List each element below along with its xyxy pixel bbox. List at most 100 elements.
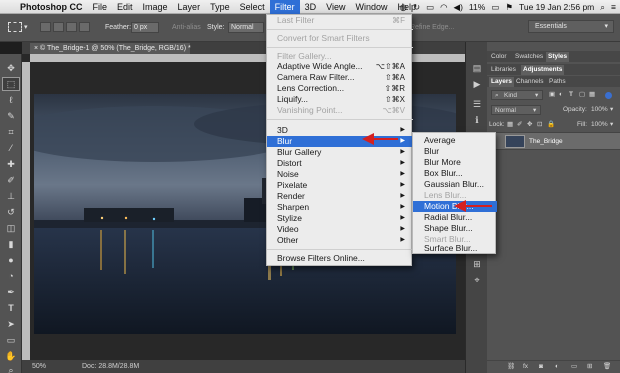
layer-mask-icon[interactable]: ◙ — [539, 362, 543, 372]
healing-brush-tool-icon[interactable]: ✚ — [3, 158, 19, 170]
subtract-selection-icon[interactable] — [66, 22, 77, 32]
marquee-tool-icon[interactable]: ⬚ — [2, 77, 20, 91]
brush-tool-icon[interactable]: ✐ — [3, 174, 19, 186]
menu-item-sharpen[interactable]: Sharpen ▶ — [267, 202, 413, 213]
menu-file[interactable]: File — [88, 0, 113, 14]
tab-libraries[interactable]: Libraries — [491, 65, 516, 75]
clone-stamp-tool-icon[interactable]: ⊥ — [3, 190, 19, 202]
menu-item-distort[interactable]: Distort ▶ — [267, 158, 413, 169]
filter-toggle-icon[interactable] — [605, 92, 612, 99]
creative-cloud-icon[interactable]: ◍ — [400, 2, 407, 13]
opacity-value[interactable]: 100% — [591, 105, 608, 115]
tab-adjustments[interactable]: Adjustments — [521, 65, 565, 75]
eraser-tool-icon[interactable]: ◫ — [3, 222, 19, 234]
chevron-down-icon[interactable]: ▾ — [610, 120, 613, 130]
volume-icon[interactable]: ◀) — [454, 2, 463, 13]
layer-name[interactable]: The_Bridge — [529, 137, 563, 147]
path-selection-tool-icon[interactable]: ➤ — [3, 318, 19, 330]
new-layer-icon[interactable]: ⊞ — [587, 362, 592, 372]
actions-panel-icon[interactable]: ▶ — [471, 78, 483, 90]
filter-smart-object-icon[interactable]: ▦ — [589, 90, 595, 100]
adjustment-layer-icon[interactable]: ◐ — [555, 362, 559, 372]
lock-transparent-icon[interactable]: ▦ — [507, 120, 513, 130]
menu-item-lens-correction[interactable]: Lens Correction... ⇧⌘R — [267, 83, 413, 94]
clock[interactable]: Tue 19 Jan 2:56 pm — [519, 2, 594, 12]
menu-item-surface-blur[interactable]: Surface Blur... — [413, 243, 497, 254]
menu-filter[interactable]: Filter — [269, 0, 300, 14]
new-selection-icon[interactable] — [40, 22, 51, 32]
gradient-tool-icon[interactable]: ▮ — [3, 238, 19, 250]
menu-item-other[interactable]: Other ▶ — [267, 235, 413, 246]
menu-item-video[interactable]: Video ▶ — [267, 224, 413, 235]
fill-value[interactable]: 100% — [591, 120, 608, 130]
move-tool-icon[interactable]: ✥ — [3, 62, 19, 74]
layer-style-icon[interactable]: fx — [523, 362, 528, 372]
menu-type[interactable]: Type — [205, 0, 235, 14]
type-tool-icon[interactable]: T — [3, 302, 19, 314]
menu-item-blur-more[interactable]: Blur More — [413, 157, 497, 168]
eyedropper-tool-icon[interactable]: ⁄ — [3, 142, 19, 154]
lasso-tool-icon[interactable]: ℓ — [3, 94, 19, 106]
rectangle-tool-icon[interactable]: ▭ — [3, 334, 19, 346]
document-info[interactable]: Doc: 28.8M/28.8M — [82, 363, 139, 370]
intersect-selection-icon[interactable] — [79, 22, 90, 32]
lock-position-icon[interactable]: ✥ — [527, 120, 532, 130]
menu-3d[interactable]: 3D — [300, 0, 322, 14]
link-layers-icon[interactable]: ⛓ — [507, 362, 515, 372]
zoom-level[interactable]: 50% — [32, 363, 46, 370]
lock-image-icon[interactable]: ✐ — [517, 120, 522, 130]
lock-artboard-icon[interactable]: ⊡ — [537, 120, 542, 130]
menu-item-liquify[interactable]: Liquify... ⇧⌘X — [267, 94, 413, 105]
blend-mode-select[interactable]: Normal ▾ — [491, 105, 541, 115]
dodge-tool-icon[interactable]: ◔ — [3, 270, 19, 282]
tab-color[interactable]: Color — [491, 52, 507, 62]
tab-swatches[interactable]: Swatches — [515, 52, 543, 62]
screen-icon[interactable]: ▭ — [426, 2, 434, 13]
menu-item-convert-smart-filters[interactable]: Convert for Smart Filters — [267, 33, 413, 44]
menu-image[interactable]: Image — [138, 0, 173, 14]
tab-paths[interactable]: Paths — [549, 77, 566, 87]
menu-item-average[interactable]: Average — [413, 135, 497, 146]
menu-item-vanishing-point[interactable]: Vanishing Point... ⌥⌘V — [267, 105, 413, 116]
document-tab[interactable]: × © The_Bridge-1 @ 50% (The_Bridge, RGB/… — [30, 43, 191, 54]
battery-icon[interactable]: ▭ — [491, 2, 499, 13]
menu-select[interactable]: Select — [235, 0, 270, 14]
menu-item-gaussian-blur[interactable]: Gaussian Blur... — [413, 179, 497, 190]
menu-item-adaptive-wide-angle[interactable]: Adaptive Wide Angle... ⌥⇧⌘A — [267, 61, 413, 72]
menu-view[interactable]: View — [321, 0, 350, 14]
menu-item-shape-blur[interactable]: Shape Blur... — [413, 223, 497, 234]
marquee-tool-preset-icon[interactable] — [8, 22, 22, 32]
history-panel-icon[interactable]: ▤ — [471, 62, 483, 74]
menu-item-render[interactable]: Render ▶ — [267, 191, 413, 202]
menu-item-blur-gallery[interactable]: Blur Gallery ▶ — [267, 147, 413, 158]
flag-icon[interactable]: ⚑ — [505, 2, 513, 13]
time-machine-icon[interactable]: ↻ — [413, 2, 420, 13]
wifi-icon[interactable]: ◠ — [440, 2, 447, 13]
new-group-icon[interactable]: ▭ — [571, 362, 577, 372]
filter-adjustment-icon[interactable]: ◐ — [559, 90, 563, 100]
measurement-panel-icon[interactable]: ⌖ — [471, 274, 483, 286]
menu-item-blur-simple[interactable]: Blur — [413, 146, 497, 157]
properties-panel-icon[interactable]: ☰ — [471, 98, 483, 110]
menu-item-noise[interactable]: Noise ▶ — [267, 169, 413, 180]
spotlight-icon[interactable]: ⌕ — [600, 2, 605, 13]
refine-edge-button[interactable]: Refine Edge... — [410, 24, 454, 31]
tab-channels[interactable]: Channels — [516, 77, 543, 87]
menu-layer[interactable]: Layer — [173, 0, 206, 14]
filter-pixel-icon[interactable]: ▣ — [549, 90, 555, 100]
history-brush-tool-icon[interactable]: ↺ — [3, 206, 19, 218]
antialias-checkbox-label[interactable]: Anti-alias — [172, 24, 201, 31]
menu-item-stylize[interactable]: Stylize ▶ — [267, 213, 413, 224]
filter-type-icon[interactable]: T — [569, 90, 573, 100]
crop-tool-icon[interactable]: ⌗ — [3, 126, 19, 138]
menu-item-box-blur[interactable]: Box Blur... — [413, 168, 497, 179]
menu-item-pixelate[interactable]: Pixelate ▶ — [267, 180, 413, 191]
app-menu[interactable]: Photoshop CC — [15, 0, 88, 14]
layer-filter-kind[interactable]: ⌕ Kind ▾ — [491, 90, 543, 100]
hand-tool-icon[interactable]: ✋ — [3, 350, 19, 362]
chevron-down-icon[interactable]: ▾ — [24, 23, 28, 31]
vertical-ruler[interactable] — [22, 62, 30, 360]
layer-row[interactable]: ◉ The_Bridge — [487, 132, 620, 150]
notification-center-icon[interactable]: ≡ — [611, 2, 616, 12]
lock-all-icon[interactable]: 🔒 — [547, 120, 555, 130]
